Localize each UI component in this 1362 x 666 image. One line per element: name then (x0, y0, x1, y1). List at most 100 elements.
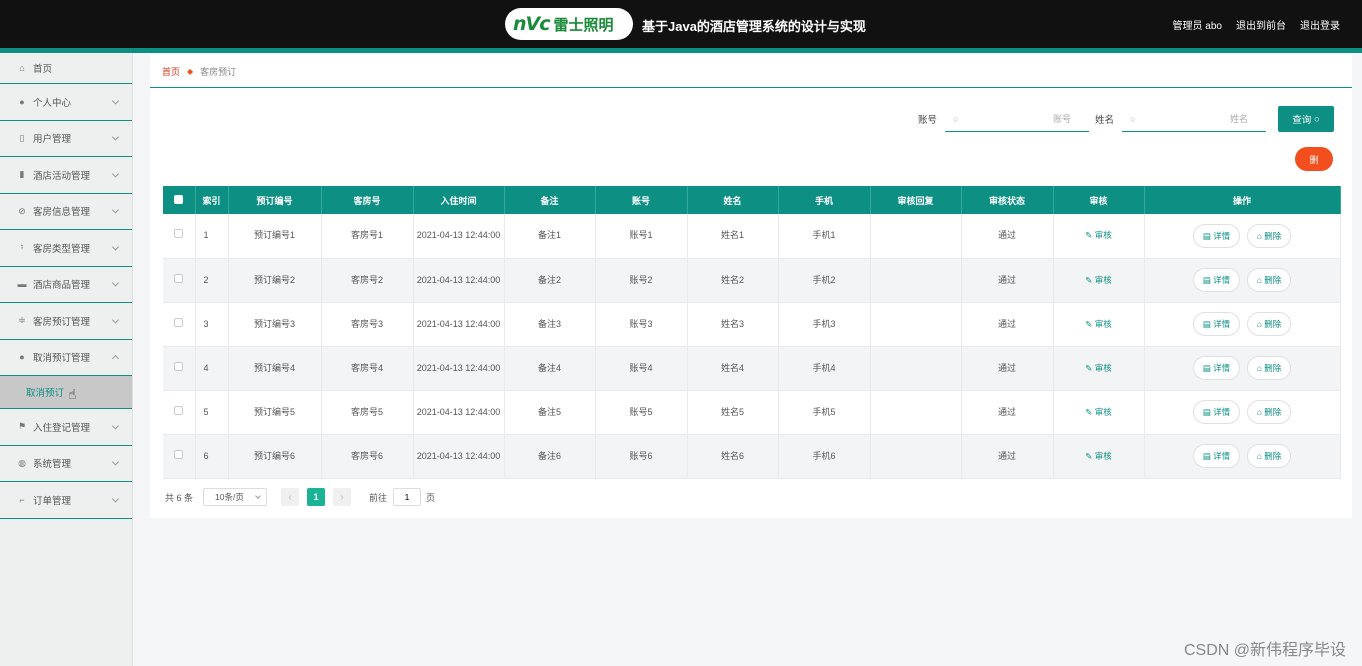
microphone-icon: ♮ (20, 242, 24, 253)
row-checkbox[interactable] (174, 449, 184, 459)
sidebar-item-room-type[interactable]: ♮ 客房类型管理 (0, 230, 132, 267)
delete-button[interactable]: ⌂ 删除 (1246, 268, 1292, 292)
detail-button[interactable]: ▤ 详情 (1192, 312, 1241, 336)
detail-button[interactable]: ▤ 详情 (1192, 223, 1241, 248)
page-size-value: 10条/页 (215, 492, 244, 502)
audit-link[interactable]: ✎ 审核 (1085, 275, 1112, 285)
audit-link[interactable]: ✎ 审核 (1085, 319, 1112, 329)
sidebar-item-orders[interactable]: ⌐ 订单管理 (0, 482, 132, 519)
cell-phone: 手机3 (778, 302, 871, 347)
cell-phone: 手机6 (778, 434, 871, 479)
trash-icon: ⌂ (1256, 451, 1262, 461)
row-checkbox[interactable] (174, 229, 184, 239)
delete-label: 删除 (1264, 230, 1282, 241)
detail-label: 详情 (1213, 275, 1231, 285)
breadcrumb-separator-icon: ◆ (187, 66, 194, 76)
document-icon: ▤ (1202, 451, 1211, 461)
goto-page-input[interactable] (393, 488, 422, 506)
exit-to-frontend-link[interactable]: 退出到前台 (1236, 17, 1286, 32)
delete-button[interactable]: ⌂ 删除 (1246, 312, 1292, 336)
sidebar-item-user-management[interactable]: ▯ 用户管理 (0, 121, 132, 157)
sidebar-item-system[interactable]: ◍ 系统管理 (0, 446, 132, 482)
col-header: 预订编号 (228, 186, 322, 214)
cell-status: 通过 (961, 434, 1054, 479)
delete-button[interactable]: ⌂ 删除 (1246, 444, 1292, 468)
cell-time: 2021-04-13 12:44:00 (413, 346, 505, 391)
col-header: 手机 (778, 186, 871, 214)
cell-acct: 账号5 (595, 390, 688, 435)
sidebar-item-personal-center[interactable]: ● 个人中心 (0, 84, 132, 121)
cell-audit: ✎ 审核 (1053, 346, 1145, 391)
audit-link[interactable]: ✎ 审核 (1085, 407, 1112, 417)
account-label: 账号 (917, 115, 937, 126)
audit-link[interactable]: ✎ 审核 (1085, 230, 1112, 240)
col-header: 审核回复 (870, 186, 962, 214)
edit-icon: ✎ (1085, 230, 1093, 241)
brand-logo: nVc 雷士照明 (505, 8, 633, 40)
detail-button[interactable]: ▤ 详情 (1192, 400, 1241, 424)
logout-link[interactable]: 退出登录 (1300, 17, 1340, 32)
admin-user-link[interactable]: 管理员 abo (1173, 17, 1222, 32)
logo-mark: nVc (513, 13, 550, 35)
detail-label: 详情 (1213, 407, 1231, 417)
select-all-checkbox[interactable] (174, 194, 184, 204)
next-page-button[interactable]: › (333, 488, 352, 506)
query-button[interactable]: 查询 ○ (1278, 106, 1334, 132)
chevron-down-icon (111, 206, 120, 214)
sidebar-item-room-info[interactable]: ⊘ 客房信息管理 (0, 194, 132, 230)
cell-name: 姓名2 (687, 258, 779, 303)
row-checkbox[interactable] (174, 361, 184, 371)
delete-button[interactable]: ⌂ 删除 (1246, 223, 1292, 248)
detail-button[interactable]: ▤ 详情 (1192, 268, 1241, 292)
col-header: 姓名 (687, 186, 779, 214)
globe-icon: ◍ (18, 457, 26, 468)
sidebar-item-cancel-booking[interactable]: ● 取消预订管理 (0, 340, 132, 376)
cell-no: 预订编号3 (228, 302, 322, 347)
detail-button[interactable]: ▤ 详情 (1192, 444, 1241, 468)
sidebar-item-home[interactable]: ⌂ 首页 (0, 53, 132, 84)
audit-link[interactable]: ✎ 审核 (1085, 363, 1112, 373)
cell-time: 2021-04-13 12:44:00 (413, 434, 505, 479)
sidebar-item-room-booking[interactable]: ≑ 客房预订管理 (0, 303, 132, 340)
prev-page-button[interactable]: ‹ (281, 488, 300, 506)
detail-button[interactable]: ▤ 详情 (1192, 356, 1241, 380)
cell-note: 备注6 (504, 434, 596, 479)
home-icon: ⌂ (19, 63, 25, 73)
document-icon: ▤ (1202, 319, 1211, 329)
page-number-current[interactable]: 1 (307, 488, 326, 506)
sidebar-item-label: 取消预订管理 (33, 353, 91, 365)
cell-acct: 账号4 (595, 346, 688, 391)
total-count: 共 6 条 (165, 492, 194, 503)
cell-status: 通过 (961, 214, 1054, 259)
query-button-label: 查询 (1292, 115, 1312, 126)
cell-status: 通过 (961, 302, 1054, 347)
name-input[interactable] (1135, 113, 1258, 124)
header-links: 管理员 abo 退出到前台 退出登录 (1173, 17, 1340, 32)
sidebar-item-hotel-activity[interactable]: ▮ 酒店活动管理 (0, 157, 132, 194)
col-header: 入住时间 (413, 186, 505, 214)
audit-link[interactable]: ✎ 审核 (1085, 451, 1112, 461)
edit-icon: ✎ (1085, 318, 1093, 329)
row-checkbox[interactable] (174, 273, 184, 283)
sidebar: ⌂ 首页 ● 个人中心 ▯ 用户管理 ▮ 酒店活动管理 ⊘ 客房信息管理 ♮ 客… (0, 53, 133, 666)
chevron-down-icon (255, 493, 261, 499)
sidebar-item-checkin[interactable]: ⚑ 入住登记管理 (0, 409, 132, 446)
account-input[interactable] (958, 113, 1081, 124)
sidebar-item-hotel-goods[interactable]: ▬ 酒店商品管理 (0, 267, 132, 303)
cell-phone: 手机1 (778, 214, 871, 259)
breadcrumb-home[interactable]: 首页 (162, 65, 180, 78)
delete-button[interactable]: ⌂ 删除 (1246, 356, 1292, 380)
detail-label: 详情 (1213, 230, 1231, 241)
row-checkbox[interactable] (174, 317, 184, 327)
cell-time: 2021-04-13 12:44:00 (413, 258, 505, 303)
col-header: 审核状态 (961, 186, 1054, 214)
row-checkbox[interactable] (174, 405, 184, 415)
page-size-select[interactable]: 10条/页 (203, 488, 268, 506)
cell-idx: 3 (195, 302, 229, 347)
delete-label: 删除 (1264, 275, 1282, 285)
cell-idx: 6 (195, 434, 229, 479)
delete-button[interactable]: ⌂ 删除 (1246, 400, 1292, 424)
sidebar-subitem-cancel-booking[interactable]: 取消预订 ☝ (0, 376, 132, 409)
bulk-delete-button[interactable]: 删 (1295, 147, 1333, 171)
chevron-down-icon (111, 495, 120, 503)
